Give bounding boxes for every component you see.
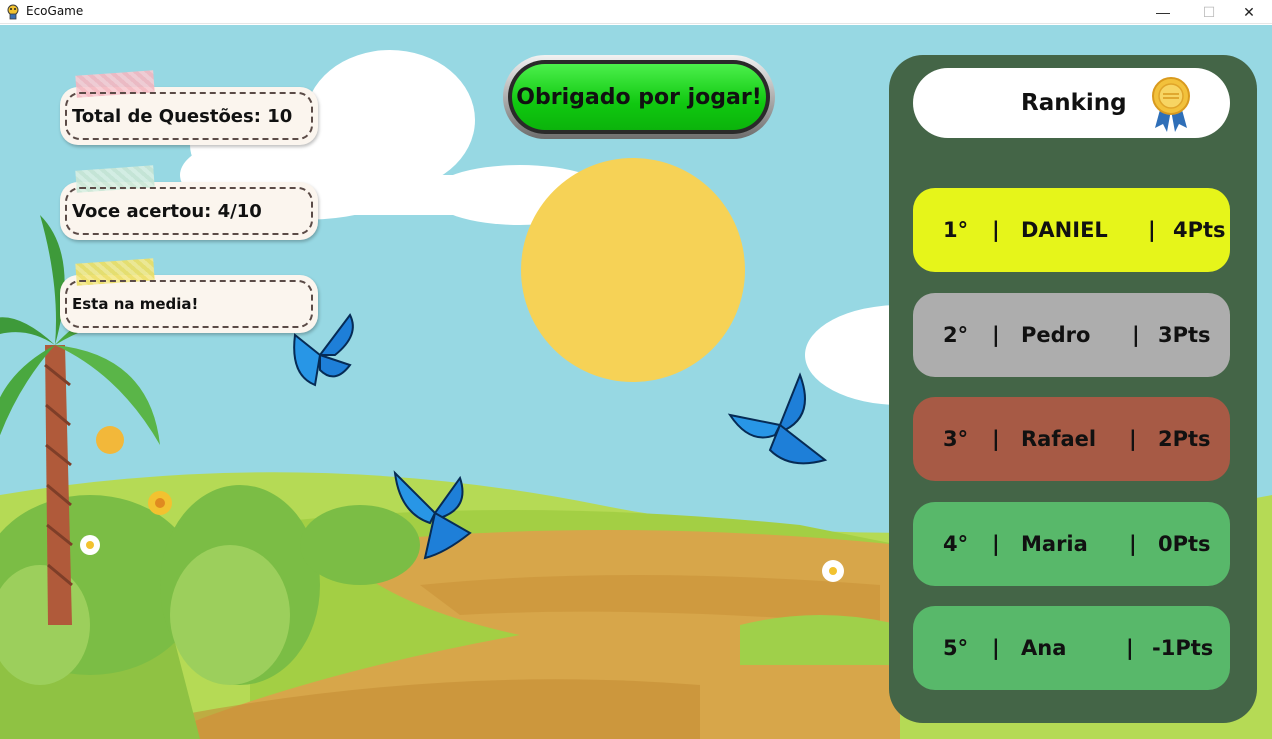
correct-answers-text: Voce acertou: 4/10 bbox=[72, 200, 262, 222]
rank-separator: | bbox=[992, 532, 1000, 556]
thanks-for-playing-button[interactable]: Obrigado por jogar! bbox=[503, 55, 775, 139]
rank-separator: | bbox=[1126, 636, 1134, 660]
ranking-row: 1° | DANIEL | 4Pts bbox=[913, 188, 1230, 272]
minimize-icon: — bbox=[1156, 4, 1170, 20]
total-questions-card: Total de Questões: 10 bbox=[60, 70, 318, 145]
rank-separator: | bbox=[1129, 532, 1137, 556]
app-icon bbox=[7, 4, 19, 20]
ranking-row: 2° | Pedro | 3Pts bbox=[913, 293, 1230, 377]
rank-player-name: Maria bbox=[1021, 532, 1088, 556]
ranking-row: 3° | Rafael | 2Pts bbox=[913, 397, 1230, 481]
total-questions-text: Total de Questões: 10 bbox=[72, 105, 293, 127]
result-message-card: Esta na media! bbox=[60, 258, 318, 333]
rank-points: -1Pts bbox=[1152, 636, 1214, 660]
ranking-panel: Ranking 1° | DANIEL | 4Pts 2° | Pedro | 3Pts 3° | Ra… bbox=[889, 55, 1257, 723]
rank-points: 2Pts bbox=[1158, 427, 1211, 451]
rank-separator: | bbox=[1129, 427, 1137, 451]
rank-points: 0Pts bbox=[1158, 532, 1211, 556]
rank-player-name: DANIEL bbox=[1021, 218, 1108, 242]
rank-separator: | bbox=[1132, 323, 1140, 347]
window-title: EcoGame bbox=[26, 4, 84, 18]
rank-position: 1° bbox=[943, 218, 969, 242]
thanks-label: Obrigado por jogar! bbox=[516, 84, 762, 110]
window-titlebar: EcoGame — ☐ ✕ bbox=[0, 0, 1272, 24]
close-button[interactable]: ✕ bbox=[1226, 0, 1272, 24]
minimize-button[interactable]: — bbox=[1140, 0, 1186, 24]
rank-separator: | bbox=[1148, 218, 1156, 242]
rank-player-name: Pedro bbox=[1021, 323, 1091, 347]
rank-points: 3Pts bbox=[1158, 323, 1211, 347]
rank-separator: | bbox=[992, 427, 1000, 451]
rank-separator: | bbox=[992, 323, 1000, 347]
rank-player-name: Rafael bbox=[1021, 427, 1097, 451]
ranking-row: 5° | Ana | -1Pts bbox=[913, 606, 1230, 690]
result-message-text: Esta na media! bbox=[72, 295, 199, 313]
rank-position: 2° bbox=[943, 323, 969, 347]
medal-icon bbox=[1152, 77, 1190, 132]
rank-player-name: Ana bbox=[1021, 636, 1067, 660]
rank-separator: | bbox=[992, 218, 1000, 242]
rank-points: 4Pts bbox=[1173, 218, 1226, 242]
butterfly-icon bbox=[727, 372, 828, 465]
ranking-row: 4° | Maria | 0Pts bbox=[913, 502, 1230, 586]
ranking-header: Ranking bbox=[913, 68, 1230, 138]
sun bbox=[521, 158, 745, 382]
maximize-icon: ☐ bbox=[1202, 3, 1216, 20]
rank-position: 3° bbox=[943, 427, 969, 451]
game-scene: Total de Questões: 10 Voce acertou: 4/10… bbox=[0, 25, 1272, 739]
correct-answers-card: Voce acertou: 4/10 bbox=[60, 165, 318, 240]
rank-position: 5° bbox=[943, 636, 969, 660]
close-icon: ✕ bbox=[1243, 3, 1255, 20]
rank-separator: | bbox=[992, 636, 1000, 660]
rank-position: 4° bbox=[943, 532, 969, 556]
ranking-title: Ranking bbox=[1021, 90, 1127, 116]
